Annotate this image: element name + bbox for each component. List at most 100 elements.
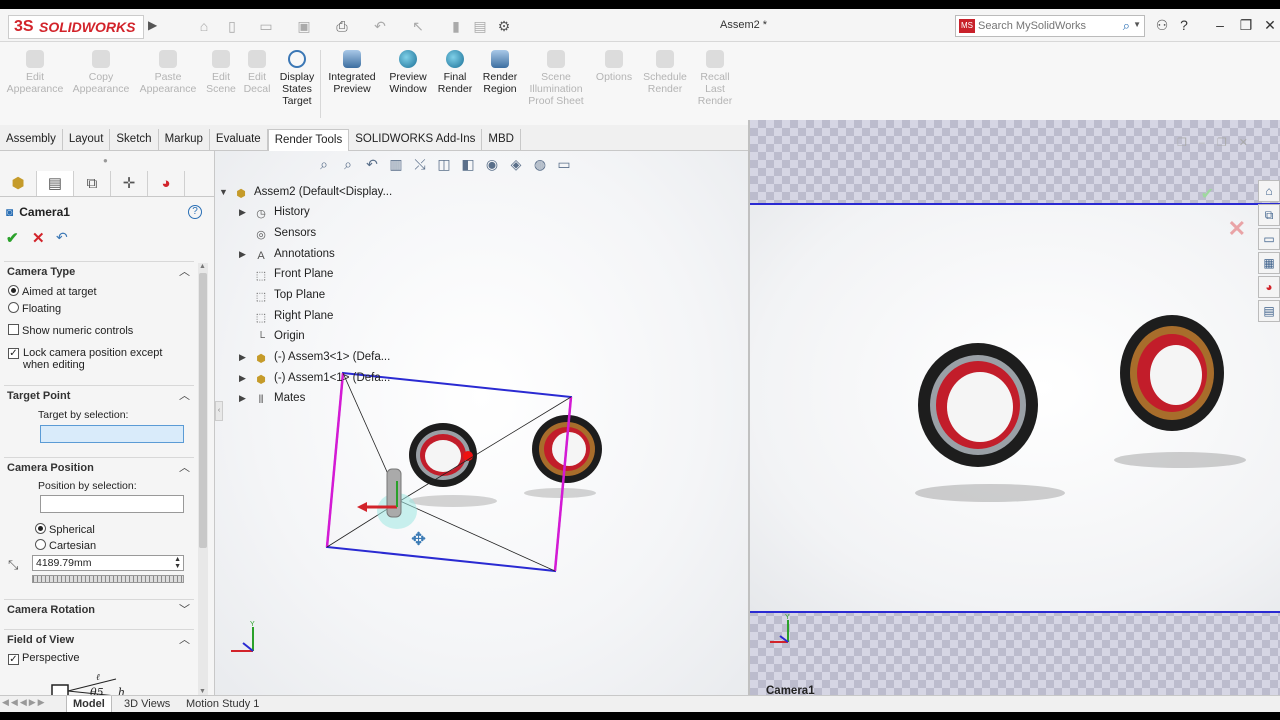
camera-glyph[interactable]: ✥ [357, 468, 426, 549]
recall-last-render-button[interactable]: Recall Last Render [694, 50, 736, 107]
paste-appearance-button[interactable]: Paste Appearance [136, 50, 200, 95]
tab-model[interactable]: Model [66, 696, 112, 712]
menu-expand-arrow[interactable]: ▶ [148, 18, 157, 32]
display-states-target-button[interactable]: Display States Target [277, 50, 317, 107]
tab-sketch[interactable]: Sketch [110, 129, 159, 150]
open-folder-icon[interactable]: ▭ [256, 17, 276, 35]
restore-icon[interactable]: ❐ [1236, 16, 1256, 34]
panel-grip-icon[interactable]: ● [103, 156, 108, 165]
checkbox-checked[interactable]: ✓ [8, 348, 19, 359]
print-icon[interactable]: ⎙ [332, 17, 352, 35]
expand-arrow-icon[interactable]: ▶ [239, 352, 253, 363]
file-explorer-icon[interactable]: ▭ [1258, 228, 1280, 250]
scroll-down-icon[interactable]: ▼ [199, 688, 206, 695]
search-dropdown-icon[interactable]: ▼ [1133, 20, 1141, 29]
search-icon[interactable]: ⌕ [1123, 18, 1130, 34]
collapse-icon[interactable]: ︿ [179, 630, 190, 650]
home-icon[interactable]: ⌂ [194, 17, 214, 35]
design-library-icon[interactable]: ⧉ [1258, 204, 1280, 226]
tree-item-annotations[interactable]: ▶ A Annotations [239, 248, 335, 263]
confirm-check-icon[interactable]: ✔ [1201, 184, 1214, 204]
distance-input[interactable]: 4189.79mm ▲ ▼ [32, 555, 184, 571]
view-palette-icon[interactable]: ▦ [1258, 252, 1280, 274]
tree-root-assem2[interactable]: ▼ ⬢ Assem2 (Default<Display... [219, 186, 392, 201]
preview-window-button[interactable]: Preview Window [384, 50, 432, 95]
tree-item-sensors[interactable]: ◎ Sensors [239, 227, 316, 242]
help-icon[interactable]: ? [1174, 16, 1194, 34]
tab-motion-study-1[interactable]: Motion Study 1 [180, 696, 265, 712]
expand-arrow-icon[interactable]: ▶ [239, 207, 253, 218]
tab-markup[interactable]: Markup [159, 129, 210, 150]
solidworks-resources-icon[interactable]: ⌂ [1258, 180, 1280, 202]
target-selection-box[interactable] [40, 425, 184, 443]
collapse-icon[interactable]: ︿ [179, 458, 190, 478]
radio-selected[interactable] [8, 285, 19, 296]
schedule-render-button[interactable]: Schedule Render [640, 50, 690, 95]
checkbox-checked[interactable]: ✓ [8, 654, 19, 665]
property-manager-tab-icon[interactable]: ▤ [37, 171, 74, 196]
target-point-group[interactable]: Target Point ︿ [4, 385, 194, 405]
appearances-scenes-icon[interactable]: ◕ [1258, 276, 1280, 298]
distance-slider[interactable] [32, 575, 184, 583]
show-numeric-controls-option[interactable]: Show numeric controls [8, 324, 133, 337]
tab-solidworks-add-ins[interactable]: SOLIDWORKS Add-Ins [349, 129, 483, 150]
tree-item-right-plane[interactable]: ⬚ Right Plane [239, 310, 334, 325]
wheel-1[interactable] [409, 423, 477, 487]
perspective-option[interactable]: ✓ Perspective [8, 652, 79, 665]
user-icon[interactable]: ⚇ [1152, 16, 1172, 34]
integrated-preview-button[interactable]: Integrated Preview [324, 50, 380, 95]
tab-3d-views[interactable]: 3D Views [118, 696, 176, 712]
collapse-arrow-icon[interactable]: ▼ [219, 187, 233, 197]
scene-illumination-proof-sheet-button[interactable]: Scene Illumination Proof Sheet [524, 50, 588, 107]
solidworks-logo[interactable]: 3S SOLIDWORKS [8, 15, 144, 39]
lock-camera-option[interactable]: ✓ Lock camera position except when editin… [8, 347, 168, 371]
new-document-icon[interactable]: ▯ [222, 17, 242, 35]
options-gear-icon[interactable]: ⚙ [494, 17, 514, 35]
dimxpert-tab-icon[interactable]: ✛ [111, 171, 148, 196]
help-icon[interactable]: ? [188, 205, 202, 219]
viewport-window-controls[interactable]: ❐–❐✕ [1177, 136, 1260, 149]
close-window-icon[interactable]: ✕ [1260, 16, 1280, 34]
position-selection-box[interactable] [40, 495, 184, 513]
edit-decal-button[interactable]: Edit Decal [240, 50, 274, 95]
tree-item-mates[interactable]: ▶ ⫴ Mates [239, 392, 305, 407]
rebuild-icon[interactable]: ▮ [446, 17, 466, 35]
spherical-option[interactable]: Spherical [35, 523, 95, 536]
panel-scrollbar[interactable]: ▲ ▼ [198, 263, 208, 695]
expand-arrow-icon[interactable]: ▶ [239, 393, 253, 404]
search-input[interactable] [978, 18, 1118, 34]
expand-icon[interactable]: ﹀ [179, 600, 190, 620]
graphics-area[interactable]: ‹ ⌕ ⌕ ↶ ▥ ⤯ ◫ ◧ ◉ ◈ ◍ ▭ ✥ ▼ ⬢ Assem2 (De… [215, 151, 748, 697]
floating-option[interactable]: Floating [8, 302, 61, 315]
render-region-button[interactable]: Render Region [478, 50, 522, 95]
edit-scene-button[interactable]: Edit Scene [204, 50, 238, 95]
minimize-icon[interactable]: – [1210, 16, 1230, 34]
radio-unselected[interactable] [35, 539, 46, 550]
exit-x-icon[interactable]: ✕ [1228, 216, 1246, 242]
expand-arrow-icon[interactable]: ▶ [239, 373, 253, 384]
tab-render-tools[interactable]: Render Tools [267, 129, 350, 151]
collapse-icon[interactable]: ︿ [179, 386, 190, 406]
expand-arrow-icon[interactable]: ▶ [239, 249, 253, 260]
search-box[interactable]: MS ⌕ ▼ [955, 15, 1145, 37]
file-properties-icon[interactable]: ▤ [470, 17, 490, 35]
configuration-manager-tab-icon[interactable]: ⧉ [74, 171, 111, 196]
options-button[interactable]: Options [592, 50, 636, 83]
spinner-icon[interactable]: ▲ ▼ [174, 556, 181, 570]
copy-appearance-button[interactable]: Copy Appearance [70, 50, 132, 95]
undo-icon[interactable]: ↶ [56, 229, 68, 246]
custom-properties-icon[interactable]: ▤ [1258, 300, 1280, 322]
tree-item-assem3[interactable]: ▶ ⬢ (-) Assem3<1> (Defa... [239, 351, 390, 366]
camera-position-group[interactable]: Camera Position ︿ [4, 457, 194, 477]
edit-appearance-button[interactable]: Edit Appearance [4, 50, 66, 95]
undo-icon[interactable]: ↶ [370, 17, 390, 35]
camera-type-group[interactable]: Camera Type ︿ [4, 261, 194, 281]
final-render-button[interactable]: Final Render [436, 50, 474, 95]
ok-check-icon[interactable]: ✔ [6, 229, 19, 247]
tree-item-assem1[interactable]: ▶ ⬢ (-) Assem1<1> (Defa... [239, 372, 390, 387]
tab-scroll-arrows-icon[interactable]: ◀◀◀▶▶ [2, 697, 47, 708]
field-of-view-group[interactable]: Field of View ︿ [4, 629, 194, 649]
checkbox-unchecked[interactable] [8, 324, 19, 335]
tree-item-front-plane[interactable]: ⬚ Front Plane [239, 268, 334, 283]
camera-rotation-group[interactable]: Camera Rotation ﹀ [4, 599, 194, 619]
